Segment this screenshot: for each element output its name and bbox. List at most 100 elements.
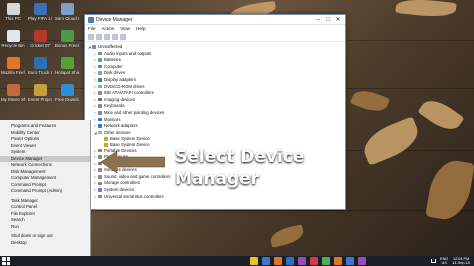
device-category-icon <box>104 142 108 147</box>
desktop-icon[interactable]: Hotspot Shield <box>55 57 79 75</box>
tree-item-label: Imaging devices <box>104 96 136 102</box>
tree-item-label: Display adapters <box>104 76 137 82</box>
tree-item-label: Monitors <box>104 116 121 122</box>
menu-action[interactable]: Action <box>101 25 114 33</box>
tree-item-label: Sound, video and game controllers <box>104 173 171 179</box>
clock[interactable]: 12:04 PM 14-Sep-15 <box>452 257 470 266</box>
pinned-app-icon[interactable] <box>322 257 330 265</box>
desktop-icon[interactable]: Mozilla Firefox <box>1 57 25 75</box>
desktop-icon[interactable]: My Movie Shows <box>1 84 25 102</box>
desktop-icon[interactable]: Play FIFA 14 (PC) 2013 <box>28 3 52 21</box>
tree-item[interactable]: ▷ Display adapters <box>88 77 342 84</box>
pinned-app-icon[interactable] <box>274 257 282 265</box>
desktop-icon-label: Hotspot Shield <box>55 70 79 75</box>
properties-icon[interactable] <box>104 34 110 40</box>
tree-item-label: Universal Serial Bus controllers <box>104 193 164 199</box>
device-category-icon <box>98 117 102 122</box>
desktop-icon[interactable]: Euro Truck Simulator 2 <box>28 57 52 75</box>
tree-item-label: IDE ATA/ATAPI controllers <box>104 90 154 96</box>
desktop-icon-image <box>6 57 20 69</box>
scan-hardware-icon[interactable] <box>120 34 126 40</box>
device-category-icon <box>98 78 102 82</box>
desktop-icon[interactable]: Bonus Freelancer <box>55 30 79 48</box>
menu-view[interactable]: View <box>120 25 130 33</box>
tree-item[interactable]: ▷ IDE ATA/ATAPI controllers <box>88 90 342 97</box>
pinned-app-icon[interactable] <box>310 257 318 265</box>
device-category-icon <box>98 174 102 179</box>
tree-item-label: Base System Device <box>110 141 150 147</box>
pinned-app-icon[interactable] <box>298 257 306 265</box>
desktop-icon-label: Sam Cloud Computing <box>55 16 79 21</box>
desktop-icon-image <box>60 30 74 42</box>
desktop-icon-image <box>60 84 74 96</box>
toolbar <box>85 33 345 42</box>
window-title: Device Manager <box>96 17 133 23</box>
desktop-icon[interactable]: This PC <box>1 3 25 21</box>
network-icon[interactable] <box>431 259 437 263</box>
pinned-app-icon[interactable] <box>250 257 258 265</box>
desktop-icon-label: This PC <box>5 16 21 21</box>
tree-item-label: Disk drives <box>104 70 126 76</box>
menu-file[interactable]: File <box>88 25 95 33</box>
tree-item-label: System devices <box>104 187 135 193</box>
desktop-icon-image <box>33 84 47 96</box>
desktop-icon[interactable]: Cricket 07 <box>28 30 52 48</box>
tree-item[interactable]: ▷ Universal Serial Bus controllers <box>88 194 342 201</box>
device-category-icon <box>98 130 102 135</box>
device-category-icon <box>98 58 102 62</box>
window-titlebar[interactable]: Device Manager – □ ✕ <box>85 15 345 25</box>
pinned-app-icon[interactable] <box>346 257 354 265</box>
tree-item[interactable]: ▷ Keyboards <box>88 103 342 110</box>
tree-item[interactable]: ▷ Network adapters <box>88 123 342 130</box>
tree-item[interactable]: ▷ Mice and other pointing devices <box>88 110 342 117</box>
desktop-icon-image <box>33 30 47 42</box>
close-button[interactable]: ✕ <box>333 15 343 25</box>
maximize-button[interactable]: □ <box>323 15 333 25</box>
desktop-icon[interactable]: Event Project <box>28 84 52 102</box>
tree-item-label: Other devices <box>104 129 131 135</box>
device-category-icon <box>98 181 102 186</box>
language-indicator[interactable]: ENG US <box>440 257 448 266</box>
power-user-menu: Programs and Features Mobility Center Powe… <box>0 120 91 266</box>
menu-item[interactable]: Desktop <box>0 240 90 247</box>
menu-bar: File Action View Help <box>85 25 345 33</box>
desktop-icon[interactable]: Sam Cloud Computing <box>55 3 79 21</box>
desktop-icon[interactable]: Free Download <box>55 84 79 102</box>
tree-item[interactable]: ▷ Audio inputs and outputs <box>88 51 342 58</box>
tree-item[interactable]: ▷ Computer <box>88 64 342 71</box>
tree-item[interactable]: ▷ DVD/CD-ROM drives <box>88 84 342 91</box>
tree-item[interactable]: ◢ Other devices <box>88 130 342 137</box>
tree-item-label: Storage controllers <box>104 180 141 186</box>
device-category-icon <box>98 104 102 108</box>
desktop-icon-label: Bonus Freelancer <box>55 43 79 48</box>
tree-item[interactable]: ▷ Imaging devices <box>88 97 342 104</box>
desktop-icon-image <box>60 57 74 69</box>
desktop-icon-label: Cricket 07 <box>30 43 50 48</box>
pinned-app-icon[interactable] <box>358 257 366 265</box>
desktop-icon[interactable]: Recycle Bin <box>1 30 25 48</box>
device-category-icon <box>98 51 102 56</box>
device-category-icon <box>98 84 102 89</box>
pinned-app-icon[interactable] <box>334 257 342 265</box>
minimize-button[interactable]: – <box>313 15 323 25</box>
language-region: US <box>441 261 447 265</box>
desktop-icon-label: Free Download <box>55 97 79 102</box>
tree-item[interactable]: ▷ Monitors <box>88 117 342 124</box>
tree-item[interactable]: ▷ Disk drives <box>88 70 342 77</box>
device-category-icon <box>98 71 102 76</box>
tree-item[interactable]: ◢ Unmaffected <box>88 44 342 51</box>
pinned-app-icon[interactable] <box>286 257 294 265</box>
pinned-app-icon[interactable] <box>262 257 270 265</box>
device-category-icon <box>104 137 108 141</box>
back-icon[interactable] <box>88 34 94 40</box>
forward-icon[interactable] <box>96 34 102 40</box>
menu-help[interactable]: Help <box>136 25 145 33</box>
device-category-icon <box>98 124 102 128</box>
help-icon[interactable] <box>112 34 118 40</box>
callout-line-2: Manager <box>175 169 260 189</box>
instruction-callout: Select Device Manager <box>175 146 304 190</box>
tree-item[interactable]: ▷ Batteries <box>88 57 342 64</box>
tree-item-label: Audio inputs and outputs <box>104 50 152 56</box>
start-button[interactable] <box>2 257 10 265</box>
tree-item-label: Batteries <box>104 57 121 63</box>
